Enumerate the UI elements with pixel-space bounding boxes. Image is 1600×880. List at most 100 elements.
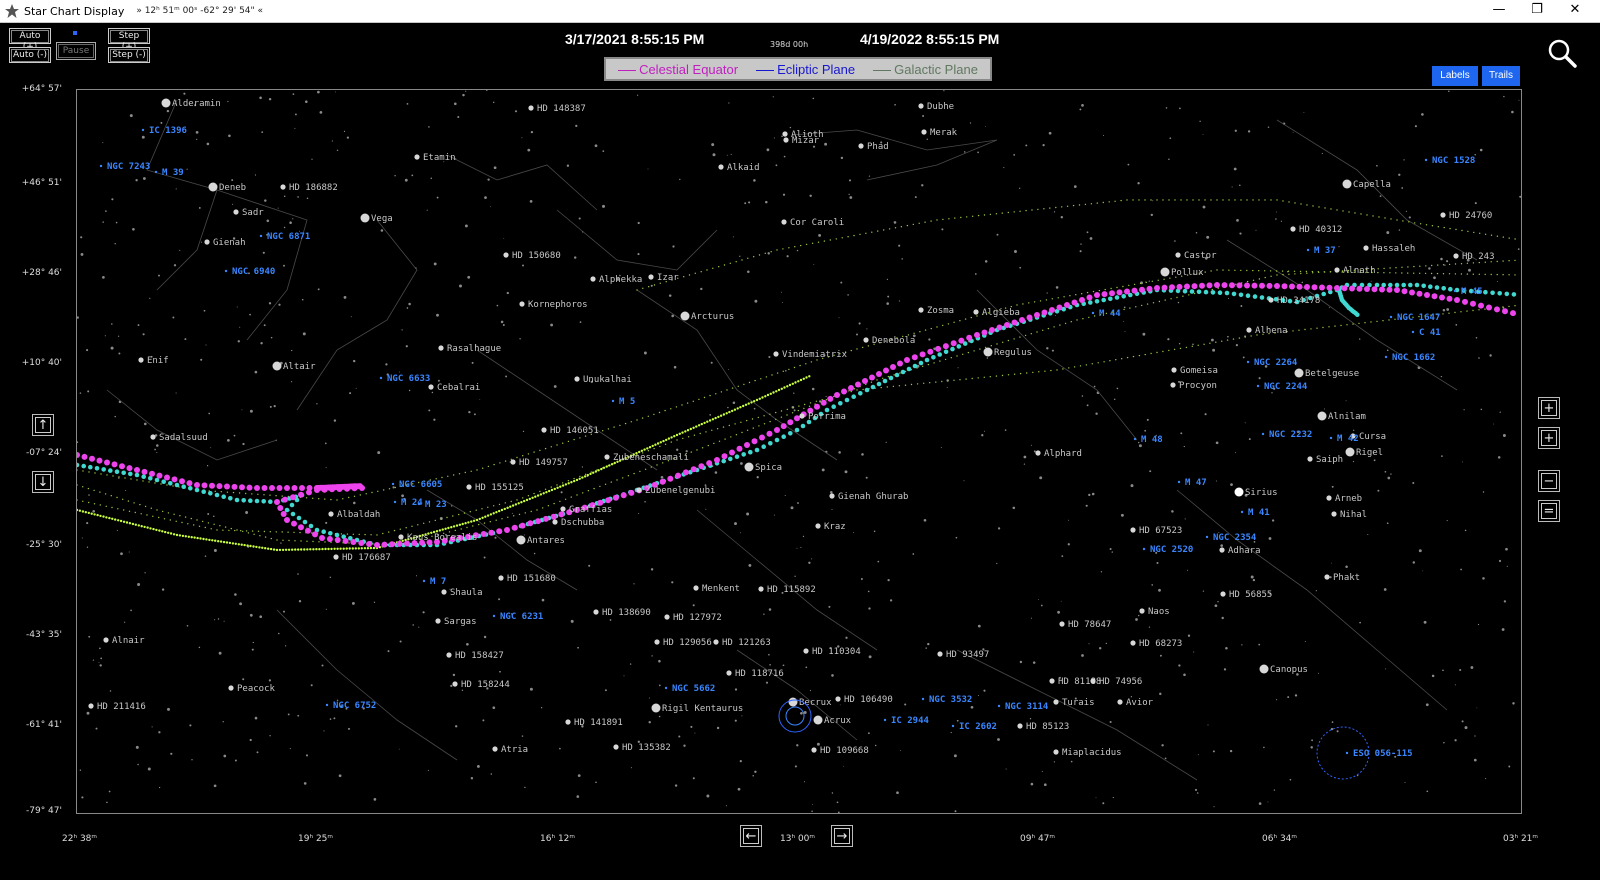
star-marker[interactable] <box>680 311 690 321</box>
star-marker[interactable] <box>1053 749 1059 755</box>
star-marker[interactable] <box>983 347 993 357</box>
dso-marker[interactable] <box>921 697 925 701</box>
pan-right-button[interactable]: → <box>831 825 853 847</box>
star-marker[interactable] <box>1363 245 1369 251</box>
star-marker[interactable] <box>1326 495 1332 501</box>
dso-marker[interactable] <box>883 718 887 722</box>
step-minus-button[interactable]: Step (-) <box>108 47 150 63</box>
auto-plus-button[interactable]: Auto (+) <box>9 28 51 52</box>
dso-marker[interactable] <box>1329 436 1333 440</box>
star-marker[interactable] <box>654 639 660 645</box>
dso-marker[interactable] <box>391 482 395 486</box>
star-marker[interactable] <box>651 703 661 713</box>
star-marker[interactable] <box>466 484 472 490</box>
dso-marker[interactable] <box>259 234 263 238</box>
star-marker[interactable] <box>1160 267 1170 277</box>
star-marker[interactable] <box>744 462 754 472</box>
star-marker[interactable] <box>333 554 339 560</box>
star-marker[interactable] <box>590 276 596 282</box>
dso-marker[interactable] <box>611 399 615 403</box>
dso-marker[interactable] <box>422 579 426 583</box>
pan-left-button[interactable]: ← <box>740 825 762 847</box>
star-marker[interactable] <box>280 184 286 190</box>
dso-marker[interactable] <box>1142 547 1146 551</box>
star-marker[interactable] <box>1175 252 1181 258</box>
star-marker[interactable] <box>1307 456 1313 462</box>
star-marker[interactable] <box>1171 367 1177 373</box>
star-marker[interactable] <box>428 384 434 390</box>
star-marker[interactable] <box>519 301 525 307</box>
step-plus-button[interactable]: Step (+) <box>108 28 150 52</box>
legend-ecliptic-plane[interactable]: Ecliptic Plane <box>756 62 855 77</box>
star-marker[interactable] <box>858 143 864 149</box>
star-marker[interactable] <box>398 534 404 540</box>
zoom-in-button[interactable]: + <box>1538 427 1560 449</box>
star-marker[interactable] <box>713 639 719 645</box>
star-marker[interactable] <box>328 511 334 517</box>
star-chart[interactable]: Alderamin Deneb HD 186882 Sadr Gienah Vega Eta… <box>76 89 1522 814</box>
star-marker[interactable] <box>228 685 234 691</box>
star-marker[interactable] <box>664 614 670 620</box>
star-marker[interactable] <box>1290 226 1296 232</box>
star-marker[interactable] <box>604 454 610 460</box>
star-marker[interactable] <box>510 459 516 465</box>
star-marker[interactable] <box>360 213 370 223</box>
star-marker[interactable] <box>1035 450 1041 456</box>
dso-marker[interactable] <box>1345 751 1349 755</box>
star-marker[interactable] <box>636 487 642 493</box>
star-marker[interactable] <box>1130 527 1136 533</box>
star-marker[interactable] <box>438 345 444 351</box>
star-marker[interactable] <box>452 681 458 687</box>
star-marker[interactable] <box>272 361 282 371</box>
dso-marker[interactable] <box>1389 315 1393 319</box>
dso-marker[interactable] <box>1246 360 1250 364</box>
star-marker[interactable] <box>414 154 420 160</box>
star-marker[interactable] <box>1342 179 1352 189</box>
dso-marker[interactable] <box>1133 437 1137 441</box>
star-marker[interactable] <box>138 357 144 363</box>
dso-marker[interactable] <box>99 164 103 168</box>
star-marker[interactable] <box>718 164 724 170</box>
star-marker[interactable] <box>208 182 218 192</box>
dso-marker[interactable] <box>997 704 1001 708</box>
star-marker[interactable] <box>593 609 599 615</box>
minimize-button[interactable]: — <box>1480 0 1518 22</box>
star-marker[interactable] <box>528 105 534 111</box>
magnifier-icon[interactable] <box>1545 36 1579 70</box>
zoom-in-fine-button[interactable]: + <box>1538 397 1560 419</box>
star-marker[interactable] <box>1017 723 1023 729</box>
star-marker[interactable] <box>204 239 210 245</box>
star-marker[interactable] <box>1345 447 1355 457</box>
star-marker[interactable] <box>1220 591 1226 597</box>
trails-button[interactable]: Trails <box>1482 66 1520 86</box>
dso-marker[interactable] <box>664 686 668 690</box>
star-marker[interactable] <box>1246 327 1252 333</box>
dso-marker[interactable] <box>492 614 496 618</box>
star-marker[interactable] <box>498 575 504 581</box>
star-marker[interactable] <box>565 719 571 725</box>
dso-marker[interactable] <box>1411 330 1415 334</box>
star-marker[interactable] <box>233 209 239 215</box>
auto-minus-button[interactable]: Auto (-) <box>9 47 51 63</box>
star-marker[interactable] <box>103 637 109 643</box>
close-button[interactable]: ✕ <box>1556 0 1594 22</box>
star-marker[interactable] <box>1324 574 1330 580</box>
star-marker[interactable] <box>937 651 943 657</box>
dso-marker[interactable] <box>141 128 145 132</box>
star-marker[interactable] <box>503 252 509 258</box>
dso-marker[interactable] <box>951 724 955 728</box>
star-marker[interactable] <box>813 715 823 725</box>
star-marker[interactable] <box>1294 368 1304 378</box>
dso-marker[interactable] <box>1384 355 1388 359</box>
dso-marker[interactable] <box>1205 535 1209 539</box>
star-marker[interactable] <box>1170 382 1176 388</box>
dso-marker[interactable] <box>1091 311 1095 315</box>
star-marker[interactable] <box>863 337 869 343</box>
star-marker[interactable] <box>541 427 547 433</box>
star-marker[interactable] <box>726 670 732 676</box>
star-marker[interactable] <box>803 648 809 654</box>
star-marker[interactable] <box>799 413 805 419</box>
star-marker[interactable] <box>693 585 699 591</box>
dso-marker[interactable] <box>154 170 158 174</box>
star-marker[interactable] <box>1219 547 1225 553</box>
